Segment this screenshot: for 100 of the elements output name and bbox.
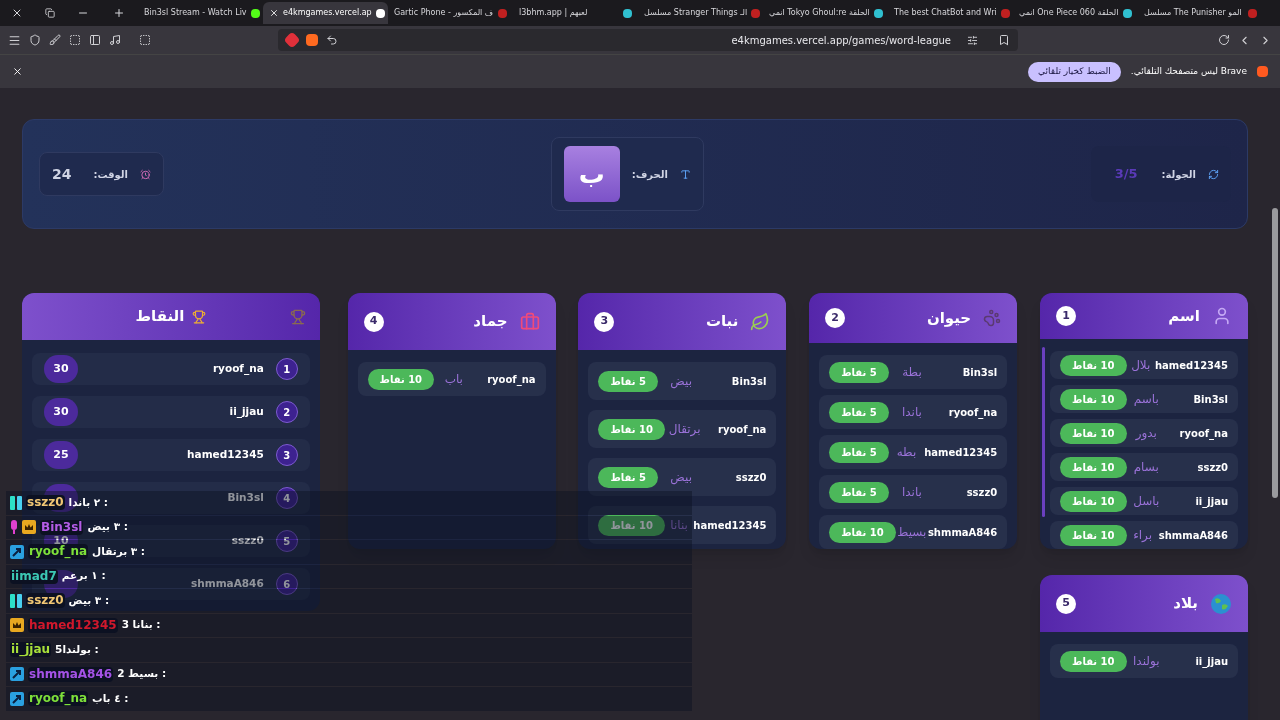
url-text: e4kmgames.vercel.app/games/word-league [731, 33, 951, 48]
chat-text: : ٣ بيض [87, 519, 128, 535]
score-pill: 30 [44, 355, 78, 383]
points-pill: 5 نقاط [829, 401, 889, 423]
tab-title: انمي Tokyo Ghoul:re الحلقة [769, 7, 870, 19]
player-name: hamed12345 [924, 445, 998, 460]
letter-label: الحرف: [631, 167, 668, 182]
player-name: shmmaA846 [927, 525, 998, 540]
browser-tab[interactable]: Bin3sl Stream - Watch Liv [138, 2, 263, 24]
score-pill: 30 [44, 398, 78, 426]
points-pill: 5 نقاط [598, 466, 658, 488]
answer-word: بلال [1130, 357, 1152, 374]
round-label: الجولة: [1161, 167, 1196, 182]
chat-text: : ٤ باب [92, 690, 129, 706]
player-name: ii_jjau [1194, 494, 1228, 509]
chat-username: sszz0 [26, 593, 65, 609]
answer-word: بنانا [669, 517, 689, 534]
player-name: Bin3sl [1192, 392, 1228, 407]
player-name: sszz0 [231, 533, 264, 549]
category-number: 5 [1056, 593, 1076, 614]
points-pill: 10 نقاط [829, 521, 896, 543]
chat-text: : بسيط 2 [117, 666, 167, 682]
answer-word: باندا [900, 404, 923, 421]
category-number: 4 [363, 311, 384, 332]
rank-badge: 1 [275, 358, 298, 380]
chat-text: : ٣ برتقال [92, 543, 146, 559]
chat-username: ryoof_na [28, 691, 89, 707]
timer-value: 24 [52, 164, 72, 184]
points-pill: 10 نقاط [1060, 490, 1127, 512]
player-name: ryoof_na [1178, 426, 1228, 441]
answer-word: باسل [1132, 493, 1161, 510]
chat-text: : ٣ بيض [68, 592, 110, 609]
chat-text: : بولندا5 [55, 641, 99, 658]
browser-tab[interactable]: l3bhm.app | لعبهم [513, 2, 638, 24]
category-title: اسم [1168, 305, 1200, 327]
category-title: حيوان [926, 307, 972, 329]
chat-text: : بنانا 3 [121, 617, 161, 633]
browser-tab[interactable]: انمي One Piece الحلقة 060 [1013, 2, 1138, 24]
chat-username: iimad7 [10, 568, 58, 584]
player-name: sszz0 [965, 485, 998, 500]
answer-word: بسام [1132, 459, 1160, 476]
chat-text: : ٢ باندا [68, 494, 109, 510]
rank-badge: 2 [275, 401, 298, 423]
chat-username: shmmaA846 [28, 666, 114, 682]
player-name: ii_jjau [1194, 654, 1228, 669]
notice-text: Brave ليس متصفحك التلقائي. [1130, 64, 1247, 78]
browser-tab[interactable]: e4kmgames.vercel.ap [263, 2, 388, 24]
score-pill: 25 [44, 441, 78, 469]
browser-tab[interactable]: Gartic Phone - ف المكسور [388, 2, 513, 24]
player-name: ryoof_na [947, 405, 998, 420]
points-pill: 10 نقاط [1060, 354, 1127, 376]
answer-word: بولندا [1132, 653, 1161, 670]
player-name: ryoof_na [716, 422, 767, 437]
tab-title: l3bhm.app | لعبهم [519, 7, 589, 19]
rank-badge: 4 [275, 487, 298, 509]
player-name: hamed12345 [187, 447, 264, 463]
answer-word: باسم [1132, 391, 1160, 408]
points-pill: 5 نقاط [829, 441, 889, 463]
set-default-button[interactable]: الضبط كخيار تلقائي [1028, 61, 1121, 82]
rank-badge: 5 [275, 530, 298, 552]
timer-label: الوقت: [93, 167, 128, 182]
tab-title: مسلسل The Punisher المو [1144, 7, 1243, 19]
chat-username: ii_jjau [10, 642, 52, 658]
tab-title: انمي One Piece الحلقة 060 [1019, 7, 1119, 19]
browser-tab[interactable]: انمي Tokyo Ghoul:re الحلقة [763, 2, 888, 24]
player-name: shmmaA846 [1158, 528, 1228, 543]
tab-title: Gartic Phone - ف المكسور [394, 7, 494, 19]
chat-username: hamed12345 [28, 617, 118, 633]
category-number: 1 [1056, 306, 1076, 326]
browser-tab[interactable]: مسلسل Stranger Things الـ [638, 2, 763, 24]
answer-word: باندا [900, 484, 923, 501]
player-name: ryoof_na [212, 361, 264, 377]
category-number: 3 [594, 311, 615, 332]
points-pill: 10 نقاط [1060, 388, 1127, 410]
rank-badge: 3 [275, 444, 298, 466]
rank-badge: 6 [275, 573, 298, 595]
points-pill: 10 نقاط [367, 368, 435, 390]
points-pill: 10 نقاط [1060, 650, 1127, 672]
answer-word: بيض [669, 373, 693, 390]
address-field[interactable]: e4kmgames.vercel.app/games/word-league [278, 29, 1018, 51]
answer-word: باب [443, 371, 464, 388]
category-title: بلاد [1173, 593, 1198, 615]
player-name: hamed12345 [693, 518, 767, 533]
player-name: ryoof_na [486, 372, 536, 387]
player-name: shmmaA846 [191, 576, 264, 592]
player-name: Bin3sl [961, 365, 998, 380]
tab-title: e4kmgames.vercel.ap [283, 7, 372, 19]
points-pill: 10 نقاط [1060, 524, 1127, 546]
round-value: 3/5 [1113, 165, 1139, 184]
category-title: نبات [705, 311, 739, 333]
browser-tab[interactable]: مسلسل The Punisher المو [1138, 2, 1263, 24]
points-pill: 10 نقاط [1060, 422, 1127, 444]
browser-tab[interactable]: The best ChatBot and Wri [888, 2, 1013, 24]
points-pill: 10 نقاط [598, 514, 665, 536]
letter-tile: ب [563, 146, 620, 202]
answer-word: بطه [895, 444, 918, 461]
player-name: Bin3sl [227, 490, 264, 506]
category-title: جماد [473, 311, 508, 333]
category-number: 2 [825, 308, 846, 328]
answer-word: بسيط [896, 524, 928, 541]
